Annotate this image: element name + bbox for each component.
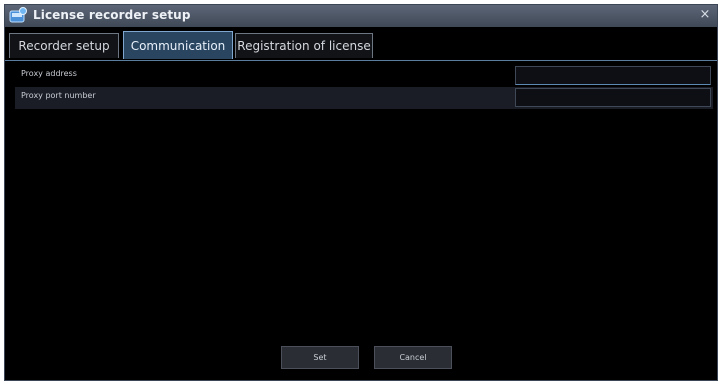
proxy-port-number-label: Proxy port number <box>21 91 96 100</box>
proxy-port-row: Proxy port number <box>15 87 713 109</box>
title-bar[interactable]: License recorder setup × <box>5 5 717 28</box>
proxy-address-label: Proxy address <box>21 69 77 78</box>
cancel-button[interactable]: Cancel <box>374 346 452 369</box>
tab-bar: Recorder setup Communication Registratio… <box>5 27 717 61</box>
close-icon[interactable]: × <box>697 7 713 23</box>
license-recorder-setup-dialog: License recorder setup × Recorder setup … <box>4 4 718 381</box>
proxy-address-input[interactable] <box>515 66 711 85</box>
tab-registration-of-license[interactable]: Registration of license <box>235 33 373 58</box>
recorder-app-icon <box>8 7 28 25</box>
proxy-address-row: Proxy address <box>15 65 713 87</box>
set-button[interactable]: Set <box>281 346 359 369</box>
window-title: License recorder setup <box>33 8 191 22</box>
tab-communication[interactable]: Communication <box>123 31 233 59</box>
proxy-port-number-input[interactable] <box>515 88 711 107</box>
tab-recorder-setup[interactable]: Recorder setup <box>9 33 119 58</box>
